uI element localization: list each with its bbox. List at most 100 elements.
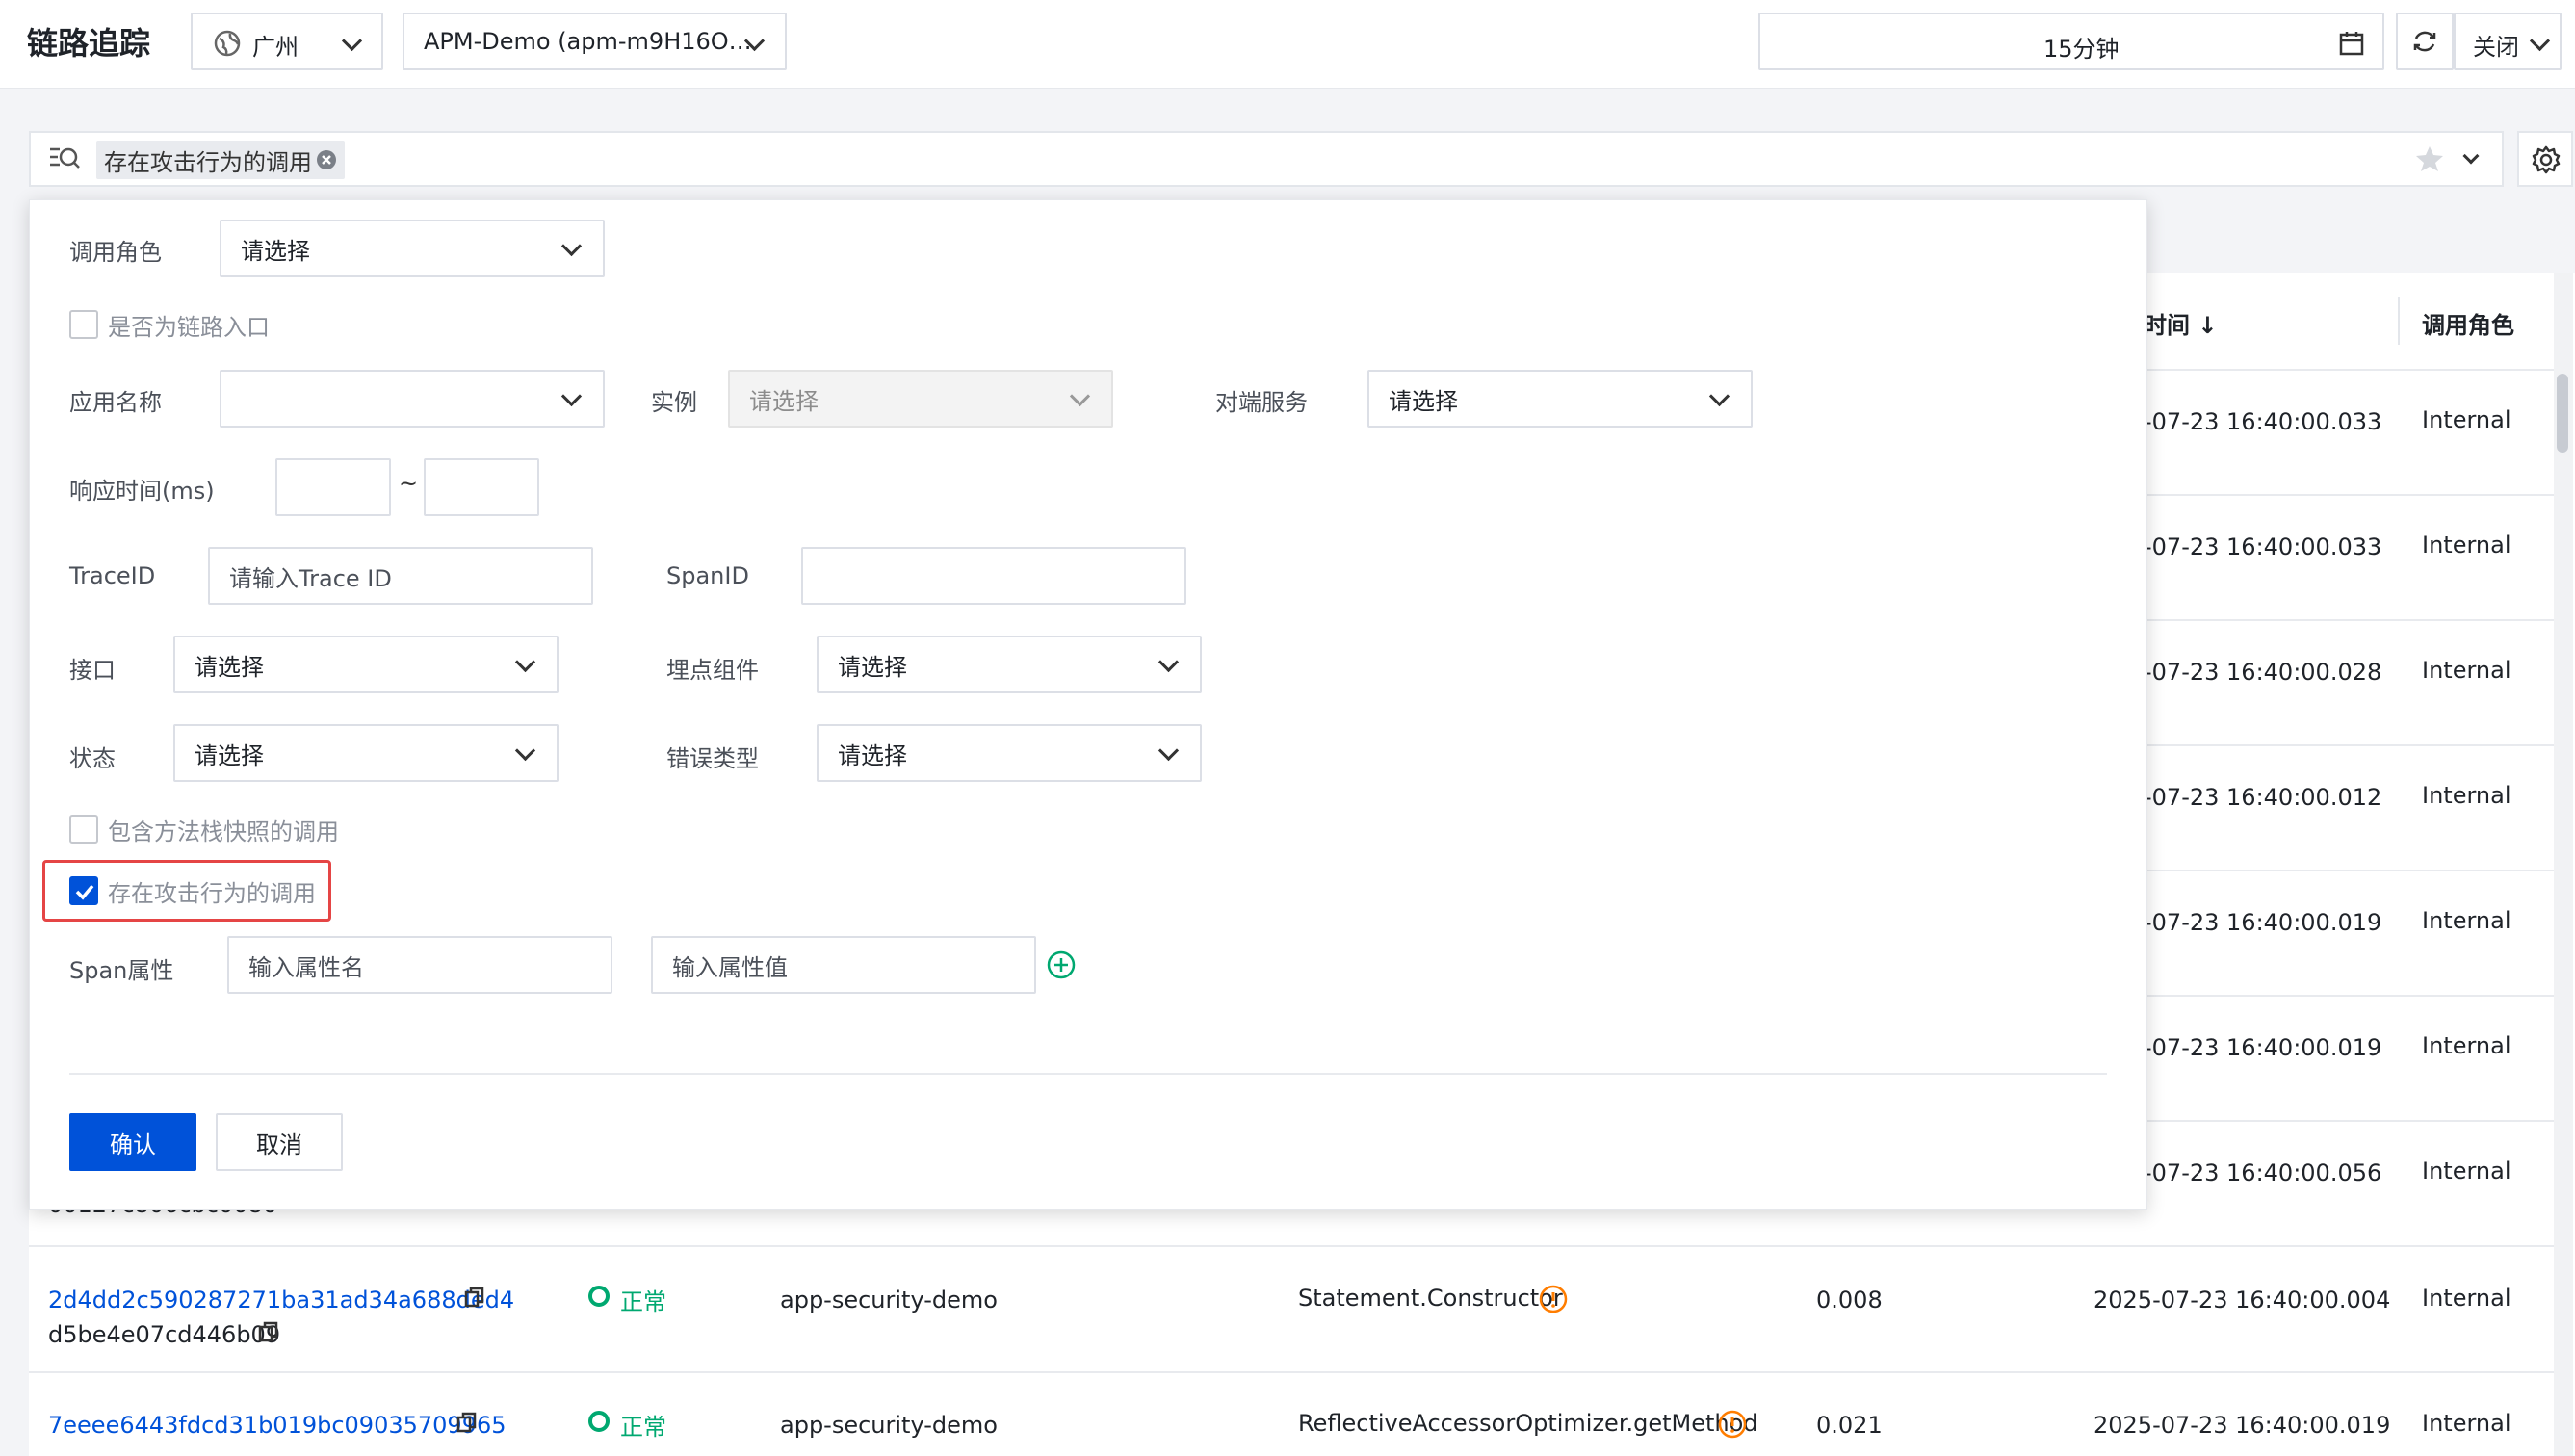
component-value: 请选择	[838, 653, 907, 681]
success-status-icon	[587, 1410, 611, 1433]
check-icon	[73, 880, 96, 903]
globe-icon	[214, 30, 241, 57]
range-separator: ~	[399, 470, 419, 497]
attr-value-input[interactable]: 输入属性值	[651, 936, 1036, 994]
column-divider	[2398, 297, 2400, 345]
time-range-picker[interactable]: 15分钟	[1758, 13, 2384, 70]
interface-value: 请选择	[195, 653, 264, 681]
refresh-icon	[2410, 27, 2439, 56]
scrollbar-thumb[interactable]	[2557, 374, 2568, 453]
column-header-time[interactable]: 时间 ↓	[2144, 306, 2217, 340]
span-attr-label: Span属性	[69, 957, 174, 984]
role-cell: Internal	[2422, 1285, 2511, 1312]
chevron-down-icon	[1157, 740, 1180, 762]
app-name-select[interactable]	[220, 370, 605, 428]
table-row-role: Internal	[2422, 532, 2511, 559]
interface-cell: Statement.Constructor	[1298, 1285, 1563, 1312]
interface-cell: ReflectiveAccessorOptimizer.getMethod	[1298, 1410, 1758, 1437]
status-select[interactable]: 请选择	[173, 724, 559, 782]
trace-id-link[interactable]: 2d4dd2c590287271ba31ad34a688ded4	[48, 1287, 514, 1313]
copy-icon[interactable]	[258, 1321, 279, 1344]
cancel-button[interactable]: 取消	[216, 1113, 343, 1171]
table-row-role: Internal	[2422, 782, 2511, 809]
trace-id-input[interactable]: 请输入Trace ID	[208, 547, 593, 605]
table-row-role: Internal	[2422, 657, 2511, 684]
app-name-cell: app-security-demo	[780, 1287, 998, 1313]
call-role-value: 请选择	[241, 237, 310, 265]
trace-id-label: TraceID	[69, 562, 156, 589]
table-row-time: -07-23 16:40:00.033	[2144, 533, 2382, 560]
copy-icon[interactable]	[464, 1287, 485, 1310]
confirm-button[interactable]: 确认	[69, 1113, 196, 1171]
call-role-select[interactable]: 请选择	[220, 220, 605, 277]
filter-search-bar[interactable]	[29, 131, 2504, 187]
method-stack-checkbox[interactable]	[69, 815, 98, 844]
table-row-time: -07-23 16:40:00.019	[2144, 909, 2382, 936]
error-type-select[interactable]: 请选择	[817, 724, 1202, 782]
filter-tag[interactable]: 存在攻击行为的调用	[96, 141, 345, 179]
divider	[2147, 494, 2554, 496]
method-stack-label: 包含方法栈快照的调用	[108, 819, 339, 845]
table-row-role: Internal	[2422, 907, 2511, 934]
chevron-down-icon	[514, 651, 536, 673]
status-value: 请选择	[195, 741, 264, 769]
response-time-min-input[interactable]	[275, 458, 391, 516]
status-badge: 正常	[620, 1288, 666, 1315]
response-time-label: 响应时间(ms)	[69, 478, 215, 505]
instance-filter-select[interactable]: 请选择	[728, 370, 1113, 428]
trace-id-placeholder: 请输入Trace ID	[229, 564, 392, 592]
interface-select[interactable]: 请选择	[173, 636, 559, 693]
auto-refresh-select[interactable]: 关闭	[2454, 13, 2562, 70]
is-entry-label: 是否为链路入口	[108, 314, 270, 341]
time-range-value: 15分钟	[2043, 36, 2120, 63]
star-icon[interactable]	[2415, 144, 2444, 173]
span-id-text: d5be4e07cd446b09	[48, 1321, 281, 1348]
table-row-time: -07-23 16:40:00.028	[2144, 659, 2382, 686]
divider	[2147, 619, 2554, 621]
divider	[2147, 744, 2554, 746]
instance-value: APM-Demo (apm-m9H16O…	[424, 28, 752, 55]
copy-icon[interactable]	[456, 1412, 478, 1435]
response-time-max-input[interactable]	[424, 458, 539, 516]
divider	[2147, 870, 2554, 871]
divider	[69, 1073, 2107, 1075]
page-title: 链路追踪	[27, 25, 151, 62]
component-select[interactable]: 请选择	[817, 636, 1202, 693]
is-entry-checkbox[interactable]	[69, 310, 98, 339]
divider	[2147, 995, 2554, 997]
warning-icon[interactable]	[1539, 1285, 1568, 1313]
filter-list-icon[interactable]	[48, 144, 81, 173]
time-cell: 2025-07-23 16:40:00.019	[2094, 1412, 2391, 1439]
region-select[interactable]: 广州	[191, 13, 383, 70]
table-row-time: -07-23 16:40:00.056	[2144, 1159, 2382, 1186]
instance-label: 实例	[651, 389, 697, 416]
span-id-label: SpanID	[666, 562, 749, 589]
peer-service-label: 对端服务	[1215, 389, 1308, 416]
divider	[2147, 1120, 2554, 1122]
chevron-down-icon	[1157, 651, 1180, 673]
peer-service-select[interactable]: 请选择	[1367, 370, 1753, 428]
chevron-down-icon	[1069, 385, 1091, 407]
auto-refresh-value: 关闭	[2473, 34, 2519, 61]
calendar-icon	[2338, 30, 2365, 57]
chevron-down-icon	[1708, 385, 1730, 407]
refresh-button[interactable]	[2396, 13, 2454, 70]
settings-button[interactable]	[2517, 131, 2573, 187]
duration-cell: 0.021	[1816, 1412, 1883, 1439]
add-circle-icon[interactable]	[1046, 949, 1077, 980]
call-role-label: 调用角色	[69, 239, 162, 266]
error-type-value: 请选择	[838, 741, 907, 769]
divider	[29, 1371, 2554, 1373]
success-status-icon	[587, 1285, 611, 1308]
warning-icon[interactable]	[1718, 1410, 1747, 1439]
attack-checkbox[interactable]	[69, 876, 98, 905]
table-row-time: -07-23 16:40:00.033	[2144, 408, 2382, 435]
status-label: 状态	[69, 745, 116, 772]
trace-id-link[interactable]: 7eeee6443fdcd31b019bc09035709965	[48, 1412, 507, 1439]
attr-name-input[interactable]: 输入属性名	[227, 936, 612, 994]
instance-select[interactable]: APM-Demo (apm-m9H16O…	[403, 13, 787, 70]
instance-filter-value: 请选择	[749, 387, 819, 415]
span-id-input[interactable]	[801, 547, 1186, 605]
close-circle-icon[interactable]	[316, 149, 337, 170]
chevron-down-icon	[341, 30, 363, 52]
